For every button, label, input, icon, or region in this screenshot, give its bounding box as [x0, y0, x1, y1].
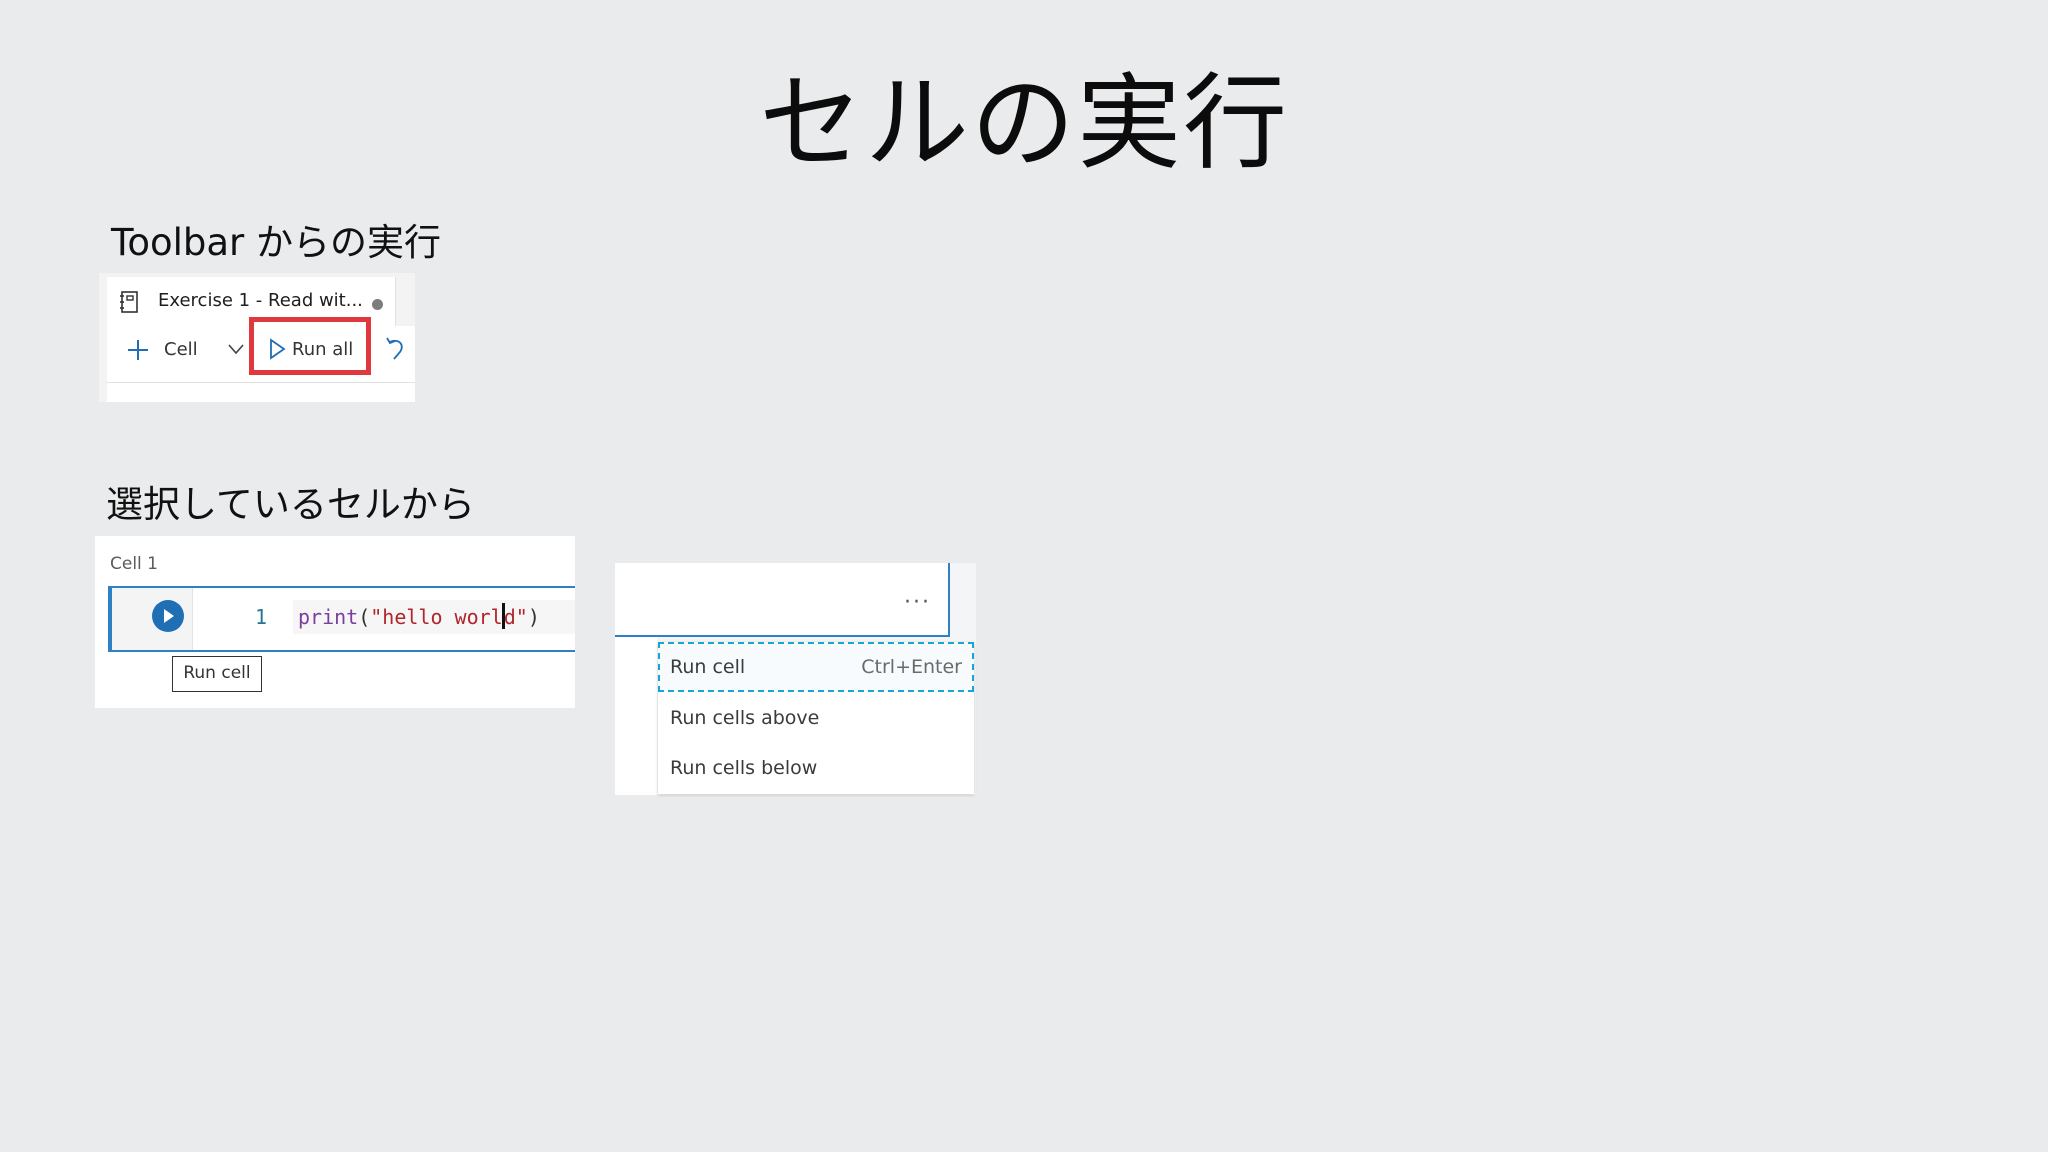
notebook-icon [120, 291, 138, 313]
run-all-button[interactable]: Run all [292, 337, 353, 363]
code-close-paren: ) [527, 605, 540, 629]
context-menu-screenshot: ··· Run cell Ctrl+Enter Run cells above … [615, 563, 976, 795]
menu-item-label: Run cells above [670, 707, 820, 729]
cell-area-blank [615, 637, 657, 795]
code-string-end: d" [503, 605, 528, 629]
menu-item-run-cells-above[interactable]: Run cells above [658, 693, 974, 743]
run-cell-tooltip: Run cell [172, 656, 262, 692]
slide-title: セルの実行 [758, 62, 1289, 184]
cell-section-heading: 選択しているセルから [106, 483, 475, 526]
run-context-menu: Run cell Ctrl+Enter Run cells above Run … [658, 642, 974, 794]
plus-icon[interactable] [126, 338, 150, 362]
more-actions-icon[interactable]: ··· [904, 592, 931, 614]
menu-item-label: Run cell [670, 656, 746, 678]
cell-screenshot: Cell 1 1 print("hello world") Run cell [95, 536, 575, 708]
code-string-start: "hello worl [370, 605, 503, 629]
line-number: 1 [255, 605, 268, 629]
add-cell-button[interactable]: Cell [164, 337, 198, 363]
toolbar-section-heading: Toolbar からの実行 [111, 221, 442, 264]
code-open-paren: ( [358, 605, 371, 629]
undo-icon[interactable] [384, 336, 406, 362]
menu-item-label: Run cells below [670, 757, 818, 779]
play-icon [164, 609, 174, 623]
unsaved-dot-icon[interactable] [372, 299, 383, 310]
tab-title: Exercise 1 - Read wit... [158, 290, 363, 311]
menu-item-run-cells-below[interactable]: Run cells below [658, 743, 974, 793]
cell-gutter [112, 588, 193, 650]
toolbar-screenshot: Exercise 1 - Read wit... Cell Run all [99, 273, 415, 402]
tab-strip-empty [396, 277, 415, 326]
chevron-down-icon[interactable] [227, 342, 245, 356]
cell-toolbar-area: ··· [615, 563, 950, 637]
code-cell[interactable]: 1 print("hello world") [108, 586, 575, 652]
code-editor[interactable]: print("hello world") [298, 602, 540, 632]
menu-item-run-cell[interactable]: Run cell Ctrl+Enter [658, 642, 974, 692]
code-function: print [298, 605, 359, 629]
menu-item-shortcut: Ctrl+Enter [861, 656, 962, 678]
run-cell-button[interactable] [152, 600, 184, 632]
notebook-toolbar: Cell Run all [107, 317, 415, 402]
play-icon[interactable] [268, 338, 286, 360]
cell-label: Cell 1 [110, 554, 158, 574]
toolbar-divider [107, 382, 415, 383]
